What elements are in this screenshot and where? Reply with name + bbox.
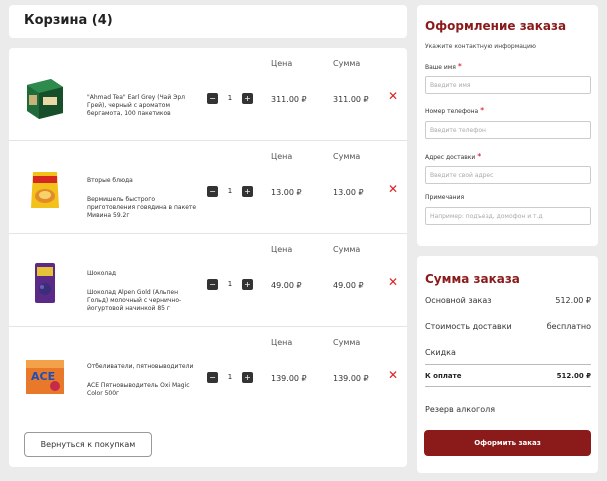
sum-column-header: Сумма — [333, 59, 361, 68]
item-sum: 311.00 ₽ — [333, 95, 369, 104]
summary-title: Сумма заказа — [425, 272, 520, 286]
remove-item-icon[interactable]: ✕ — [388, 183, 398, 195]
noodles-pack-image[interactable] — [23, 168, 67, 212]
discount-row: Скидка — [425, 348, 591, 357]
product-category: Отбеливатели, пятновыводители — [87, 363, 194, 370]
address-label-text: Адрес доставки — [425, 154, 476, 161]
increase-quantity-button[interactable]: + — [242, 93, 253, 104]
item-price: 139.00 ₽ — [271, 374, 307, 383]
sum-column-header: Сумма — [333, 152, 361, 161]
price-column-header: Цена — [271, 245, 293, 254]
decrease-quantity-button[interactable]: − — [207, 279, 218, 290]
page-title: Корзина (4) — [24, 13, 113, 28]
product-category: Вторые блюда — [87, 177, 133, 184]
quantity-stepper: − 1 + — [207, 372, 255, 384]
tea-box-image[interactable] — [23, 75, 67, 119]
base-order-value: 512.00 ₽ — [555, 296, 591, 305]
quantity-value: 1 — [227, 94, 233, 102]
remove-item-icon[interactable]: ✕ — [388, 369, 398, 381]
cart-item-row: Цена Сумма Шоколад Шоколад Alpen Gold (А… — [9, 234, 407, 327]
summary-divider — [425, 364, 591, 365]
product-category: Шоколад — [87, 270, 117, 277]
order-form-card: Оформление заказа Укажите контактную инф… — [417, 5, 598, 246]
item-price: 49.00 ₽ — [271, 281, 302, 290]
alcohol-reserve-label: Резерв алкоголя — [425, 405, 496, 414]
decrease-quantity-button[interactable]: − — [207, 372, 218, 383]
product-name[interactable]: Шоколад Alpen Gold (Альпен Гольд) молочн… — [87, 289, 199, 313]
cart-item-row: Цена Сумма Вторые блюда Вермишель быстро… — [9, 141, 407, 234]
stain-remover-box-image[interactable]: ACE — [23, 354, 67, 398]
total-value: 512.00 ₽ — [556, 372, 591, 380]
address-field-label: Адрес доставки * — [425, 152, 481, 161]
quantity-stepper: − 1 + — [207, 186, 255, 198]
decrease-quantity-button[interactable]: − — [207, 93, 218, 104]
phone-field[interactable] — [425, 121, 591, 139]
quantity-stepper: − 1 + — [207, 93, 255, 105]
address-field[interactable] — [425, 166, 591, 184]
item-price: 311.00 ₽ — [271, 95, 307, 104]
sum-column-header: Сумма — [333, 338, 361, 347]
price-column-header: Цена — [271, 59, 293, 68]
total-label: К оплате — [425, 372, 462, 380]
required-mark: * — [457, 62, 462, 71]
item-price: 13.00 ₽ — [271, 188, 302, 197]
notes-field-label: Примечания — [425, 194, 465, 201]
cart-items-card: Цена Сумма "Ahmad Tea" Earl Grey (Чай Эр… — [9, 48, 407, 467]
svg-text:ACE: ACE — [31, 370, 55, 383]
required-mark: * — [480, 106, 485, 115]
cart-title-card: Корзина (4) — [9, 5, 407, 38]
base-order-label: Основной заказ — [425, 296, 492, 305]
product-name[interactable]: ACE Пятновыводитель Oxi Magic Color 500г — [87, 382, 199, 398]
phone-label-text: Номер телефона — [425, 108, 479, 115]
decrease-quantity-button[interactable]: − — [207, 186, 218, 197]
cart-item-row: Цена Сумма "Ahmad Tea" Earl Grey (Чай Эр… — [9, 48, 407, 141]
chocolate-bar-image[interactable] — [23, 261, 67, 305]
checkout-button[interactable]: Оформить заказ — [424, 430, 591, 456]
summary-divider — [425, 386, 591, 387]
total-row: К оплате 512.00 ₽ — [425, 372, 591, 380]
phone-field-label: Номер телефона * — [425, 106, 484, 115]
quantity-value: 1 — [227, 373, 233, 381]
notes-field[interactable] — [425, 207, 591, 225]
name-label-text: Ваше имя — [425, 64, 456, 71]
item-sum: 13.00 ₽ — [333, 188, 364, 197]
alcohol-reserve-row: Резерв алкоголя — [425, 405, 591, 414]
increase-quantity-button[interactable]: + — [242, 279, 253, 290]
base-order-row: Основной заказ 512.00 ₽ — [425, 296, 591, 305]
delivery-cost-value: бесплатно — [546, 322, 591, 331]
price-column-header: Цена — [271, 152, 293, 161]
delivery-cost-row: Стоимость доставки бесплатно — [425, 322, 591, 331]
delivery-cost-label: Стоимость доставки — [425, 322, 512, 331]
quantity-value: 1 — [227, 280, 233, 288]
increase-quantity-button[interactable]: + — [242, 186, 253, 197]
remove-item-icon[interactable]: ✕ — [388, 276, 398, 288]
item-sum: 49.00 ₽ — [333, 281, 364, 290]
required-mark: * — [477, 152, 482, 161]
order-form-title: Оформление заказа — [425, 19, 567, 33]
remove-item-icon[interactable]: ✕ — [388, 90, 398, 102]
price-column-header: Цена — [271, 338, 293, 347]
cart-item-row: Цена Сумма ACE Отбеливатели, пятновыводи… — [9, 327, 407, 420]
item-sum: 139.00 ₽ — [333, 374, 369, 383]
sum-column-header: Сумма — [333, 245, 361, 254]
quantity-value: 1 — [227, 187, 233, 195]
discount-label: Скидка — [425, 348, 456, 357]
product-name[interactable]: "Ahmad Tea" Earl Grey (Чай Эрл Грей), че… — [87, 94, 199, 118]
name-field[interactable] — [425, 76, 591, 94]
increase-quantity-button[interactable]: + — [242, 372, 253, 383]
back-to-shopping-button[interactable]: Вернуться к покупкам — [24, 432, 152, 457]
order-summary-card: Сумма заказа Основной заказ 512.00 ₽ Сто… — [417, 256, 598, 473]
quantity-stepper: − 1 + — [207, 279, 255, 291]
product-name[interactable]: Вермишель быстрого приготовления говядин… — [87, 196, 199, 220]
order-form-subtitle: Укажите контактную информацию — [425, 43, 536, 50]
name-field-label: Ваше имя * — [425, 62, 462, 71]
